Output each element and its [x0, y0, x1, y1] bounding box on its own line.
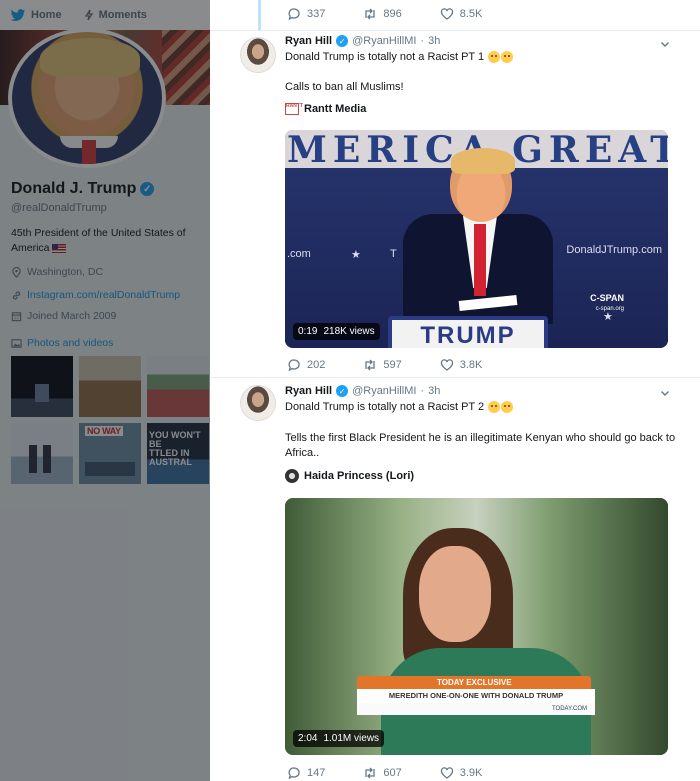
tweet-header: Ryan Hill ✓ @RyanHillMI · 3h — [285, 35, 440, 47]
tweet-title: Donald Trump is totally not a Racist PT … — [285, 400, 680, 415]
tweet-time[interactable]: 3h — [428, 385, 440, 397]
cspan-logo-text: C-SPAN — [590, 293, 624, 303]
video-source-name: Rantt Media — [304, 103, 367, 115]
tweet-dot: · — [420, 35, 425, 47]
video-source[interactable]: RANTT Rantt Media — [285, 103, 366, 115]
video-backdrop-t: T — [390, 248, 397, 260]
speaker-hair — [451, 148, 515, 174]
cspan-logo: C-SPAN c-span.org — [590, 294, 624, 314]
tweet-header: Ryan Hill ✓ @RyanHillMI · 3h — [285, 385, 440, 397]
today-exclusive-banner: TODAY EXCLUSIVE — [357, 676, 591, 690]
like-button[interactable]: 8.5K — [440, 7, 483, 21]
video-duration: 2:04 — [298, 733, 318, 744]
heart-icon — [440, 8, 453, 20]
tweet-author-handle[interactable]: @RyanHillMI — [352, 385, 416, 397]
video-player[interactable]: MERICA GREAT .com ★ T DonaldJTrump.com ★… — [285, 130, 668, 348]
heart-icon — [440, 767, 453, 779]
reply-button[interactable]: 147 — [287, 766, 325, 780]
video-source-name: Haida Princess (Lori) — [304, 470, 415, 482]
reply-count: 147 — [307, 767, 326, 779]
tweet-body: Tells the first Black President he is an… — [285, 432, 676, 459]
tweet-avatar[interactable] — [240, 37, 276, 73]
video-views: 1.01M views — [323, 733, 380, 744]
video-views: 218K views — [323, 326, 375, 337]
reply-count: 337 — [307, 8, 326, 20]
retweet-button[interactable]: 607 — [363, 766, 402, 780]
video-player[interactable]: TODAY EXCLUSIVE MEREDITH ONE-ON-ONE WITH… — [285, 498, 668, 755]
like-button[interactable]: 3.9K — [440, 766, 483, 780]
thread-connector-line — [258, 0, 261, 30]
interviewee-face — [419, 546, 491, 642]
video-source[interactable]: Haida Princess (Lori) — [285, 469, 414, 483]
like-button[interactable]: 3.8K — [440, 358, 483, 372]
tweet-actions: 202 597 3.8K — [287, 358, 520, 372]
retweet-count: 597 — [383, 359, 402, 371]
video-duration: 0:19 — [298, 326, 318, 337]
reply-button[interactable]: 202 — [287, 358, 325, 372]
tweet-title: Donald Trump is totally not a Racist PT … — [285, 50, 680, 65]
tweet-dot: · — [420, 385, 425, 397]
tweet-author-name[interactable]: Ryan Hill — [285, 385, 332, 397]
podium-sign: TRUMP — [388, 316, 548, 348]
lower-third-sub: TODAY.COM — [357, 703, 595, 715]
previous-tweet-actions: 337 896 8.5K — [287, 7, 520, 21]
like-count: 3.9K — [459, 767, 483, 779]
retweet-count: 896 — [383, 8, 402, 20]
thinking-face-icon — [488, 51, 501, 64]
tweet-title-text: Donald Trump is totally not a Racist PT … — [285, 401, 485, 413]
tweet-title-text: Donald Trump is totally not a Racist PT … — [285, 51, 485, 63]
like-count: 8.5K — [459, 8, 483, 20]
tweet[interactable]: Ryan Hill ✓ @RyanHillMI · 3h Donald Trum… — [210, 377, 700, 781]
verified-icon: ✓ — [336, 385, 349, 397]
tweet-body: Calls to ban all Muslims! — [285, 81, 404, 93]
retweet-icon — [365, 8, 376, 20]
tweet-avatar[interactable] — [240, 385, 276, 421]
like-count: 3.8K — [459, 359, 483, 371]
tweet-time[interactable]: 3h — [428, 35, 440, 47]
tweet[interactable]: Ryan Hill ✓ @RyanHillMI · 3h Donald Trum… — [210, 30, 700, 376]
video-duration-badge: 0:19 218K views — [293, 323, 380, 340]
cspan-logo-sub: c-span.org — [595, 306, 624, 312]
video-backdrop-left: .com — [287, 248, 311, 260]
lower-third-caption: MEREDITH ONE-ON-ONE WITH DONALD TRUMP — [357, 689, 595, 703]
thinking-face-icon — [501, 51, 514, 64]
star-icon: ★ — [351, 249, 361, 261]
reply-button[interactable]: 337 — [287, 7, 325, 21]
rantt-logo-icon: RANTT — [285, 103, 303, 115]
modal-dim-overlay — [0, 0, 210, 781]
video-duration-badge: 2:04 1.01M views — [293, 730, 385, 747]
reply-count: 202 — [307, 359, 326, 371]
speaker-tie — [474, 224, 486, 296]
chevron-down-icon[interactable] — [660, 39, 670, 49]
retweet-button[interactable]: 896 — [363, 7, 402, 21]
reply-icon — [288, 359, 300, 372]
profile-sidebar: Home Moments Donald J. Trump ✓ @realDona… — [0, 0, 210, 781]
verified-icon: ✓ — [336, 35, 349, 47]
tweet-author-handle[interactable]: @RyanHillMI — [352, 35, 416, 47]
video-backdrop-right: DonaldJTrump.com — [566, 244, 662, 256]
reply-icon — [288, 8, 300, 21]
retweet-count: 607 — [383, 767, 402, 779]
chevron-down-icon[interactable] — [660, 388, 670, 398]
source-avatar-icon — [285, 469, 299, 483]
reply-icon — [288, 767, 300, 780]
heart-icon — [440, 359, 453, 371]
thinking-face-icon — [501, 401, 514, 414]
retweet-icon — [365, 767, 376, 779]
retweet-icon — [365, 359, 376, 371]
thinking-face-icon — [488, 401, 501, 414]
tweet-actions: 147 607 3.9K — [287, 766, 520, 780]
retweet-button[interactable]: 597 — [363, 358, 402, 372]
tweet-author-name[interactable]: Ryan Hill — [285, 35, 332, 47]
